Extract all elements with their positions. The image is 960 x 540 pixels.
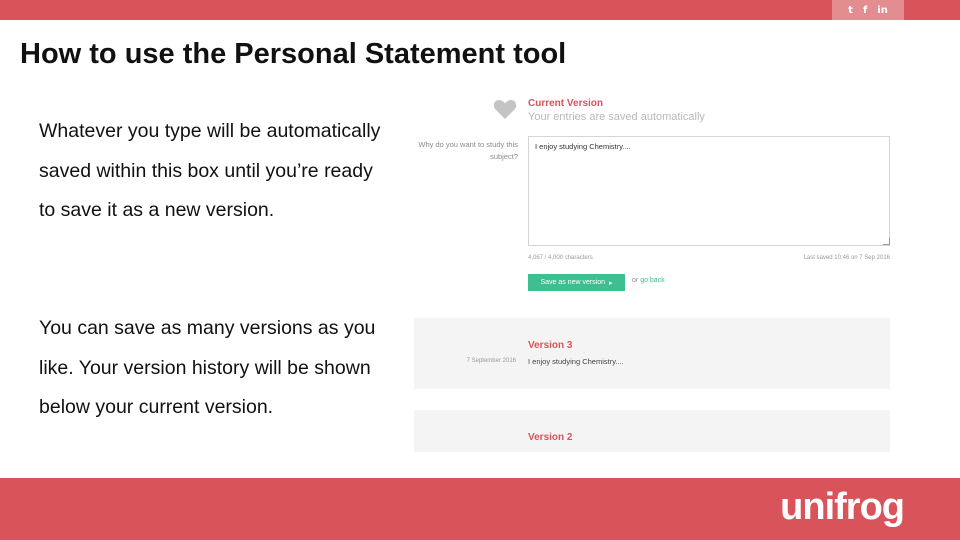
- current-version-title: Current Version: [528, 98, 604, 109]
- resize-handle[interactable]: [883, 238, 890, 245]
- footer-banner: unifrog: [0, 478, 960, 540]
- go-back-container: or go back: [632, 277, 665, 284]
- unifrog-logo: unifrog: [780, 486, 905, 528]
- version-card[interactable]: Version 3 7 September 2016 I enjoy study…: [414, 318, 890, 389]
- save-new-version-button[interactable]: Save as new version ▸: [528, 274, 625, 291]
- version-title: Version 2: [528, 432, 573, 443]
- go-back-link[interactable]: go back: [640, 277, 665, 284]
- linkedin-icon[interactable]: in: [877, 5, 888, 16]
- facebook-icon[interactable]: f: [863, 5, 867, 16]
- slide-title: How to use the Personal Statement tool: [20, 38, 567, 70]
- top-banner: [0, 0, 960, 20]
- twitter-icon[interactable]: t: [848, 5, 853, 16]
- version-card[interactable]: Version 2: [414, 410, 890, 452]
- question-label: Why do you want to study this subject?: [418, 140, 518, 161]
- version-title: Version 3: [528, 340, 573, 351]
- heart-icon[interactable]: [493, 98, 517, 120]
- description-autosave: Whatever you type will be automatically …: [39, 120, 381, 221]
- current-version-subtitle: Your entries are saved automatically: [528, 111, 705, 123]
- or-text: or: [632, 277, 639, 284]
- statement-textarea[interactable]: I enjoy studying Chemistry....: [528, 136, 890, 246]
- version-date: 7 September 2016: [466, 358, 516, 364]
- save-button-label: Save as new version: [540, 279, 606, 286]
- chevron-right-icon: ▸: [609, 279, 613, 287]
- character-count: 4,067 / 4,000 characters: [528, 255, 593, 261]
- version-excerpt: I enjoy studying Chemistry....: [528, 357, 624, 366]
- social-links: t f in: [832, 0, 904, 20]
- last-saved-status: Last saved 10:46 on 7 Sep 2016: [803, 255, 890, 261]
- description-version-history: You can save as many versions as you lik…: [39, 317, 376, 418]
